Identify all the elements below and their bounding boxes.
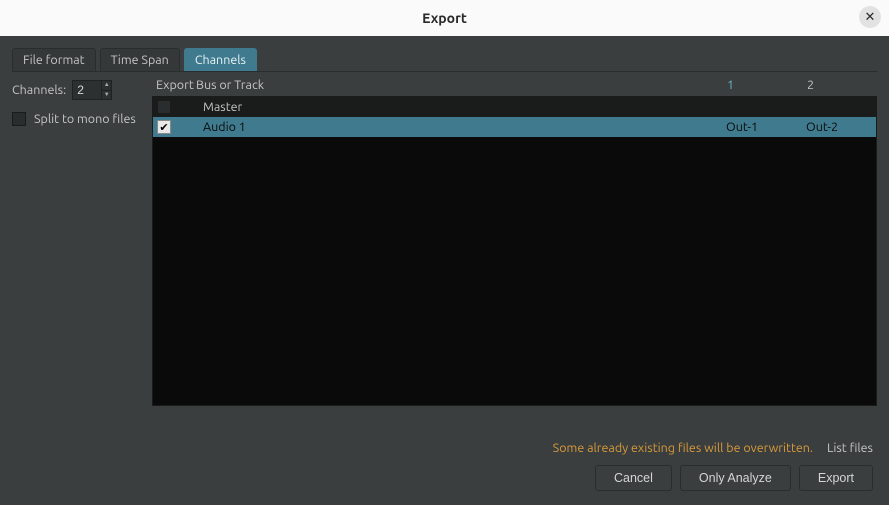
footer-buttons: Cancel Only Analyze Export [16,465,873,491]
table-row[interactable]: ✔ Audio 1 Out-1 Out-2 [153,117,876,137]
spinner-buttons: ▲ ▼ [101,81,111,99]
row-export-cell: ✔ [157,120,197,134]
table-body: Master ✔ Audio 1 Out-1 Out-2 [152,96,877,406]
close-button[interactable]: ✕ [859,6,881,28]
export-button[interactable]: Export [799,465,873,491]
footer-status-row: Some already existing files will be over… [16,441,873,455]
tab-channels[interactable]: Channels [184,48,257,71]
col-header-ch2[interactable]: 2 [807,78,877,92]
main-panel: File format Time Span Channels Channels:… [0,36,889,505]
inner-panel: File format Time Span Channels Channels:… [12,36,877,406]
row-checkbox[interactable]: ✔ [157,120,171,134]
left-column: Channels: ▲ ▼ Split to mono files [12,76,144,406]
cancel-button[interactable]: Cancel [595,465,672,491]
row-bus-cell: Master [197,100,726,114]
only-analyze-button[interactable]: Only Analyze [680,465,791,491]
split-mono-checkbox[interactable] [12,112,26,126]
titlebar: Export ✕ [0,0,889,36]
row-bus-cell: Audio 1 [197,120,726,134]
spinner-up[interactable]: ▲ [102,81,111,91]
tab-time-span[interactable]: Time Span [100,48,180,71]
split-mono-label: Split to mono files [34,112,136,126]
row-ch2-cell: Out-2 [806,120,876,134]
tab-file-format[interactable]: File format [12,48,96,71]
row-export-cell [157,100,197,114]
col-header-export[interactable]: Export [156,78,196,92]
channels-field: Channels: ▲ ▼ [12,80,144,100]
channels-spinner[interactable]: ▲ ▼ [72,80,112,100]
window-title: Export [422,10,467,26]
tabs: File format Time Span Channels [12,48,877,72]
channels-label: Channels: [12,83,66,97]
overwrite-warning: Some already existing files will be over… [553,441,813,455]
channels-input[interactable] [73,81,101,99]
footer: Some already existing files will be over… [0,431,889,505]
list-files-link[interactable]: List files [827,441,873,455]
row-ch1-cell: Out-1 [726,120,806,134]
table-row[interactable]: Master [153,97,876,117]
spinner-down[interactable]: ▼ [102,91,111,100]
col-header-bus[interactable]: Bus or Track [196,78,727,92]
split-mono-row: Split to mono files [12,112,144,126]
right-column: Export Bus or Track 1 2 Master [152,76,877,406]
row-checkbox[interactable] [157,100,171,114]
col-header-ch1[interactable]: 1 [727,78,807,92]
table-header: Export Bus or Track 1 2 [152,76,877,96]
close-icon: ✕ [865,10,876,25]
tab-content: Channels: ▲ ▼ Split to mono files [12,76,877,406]
